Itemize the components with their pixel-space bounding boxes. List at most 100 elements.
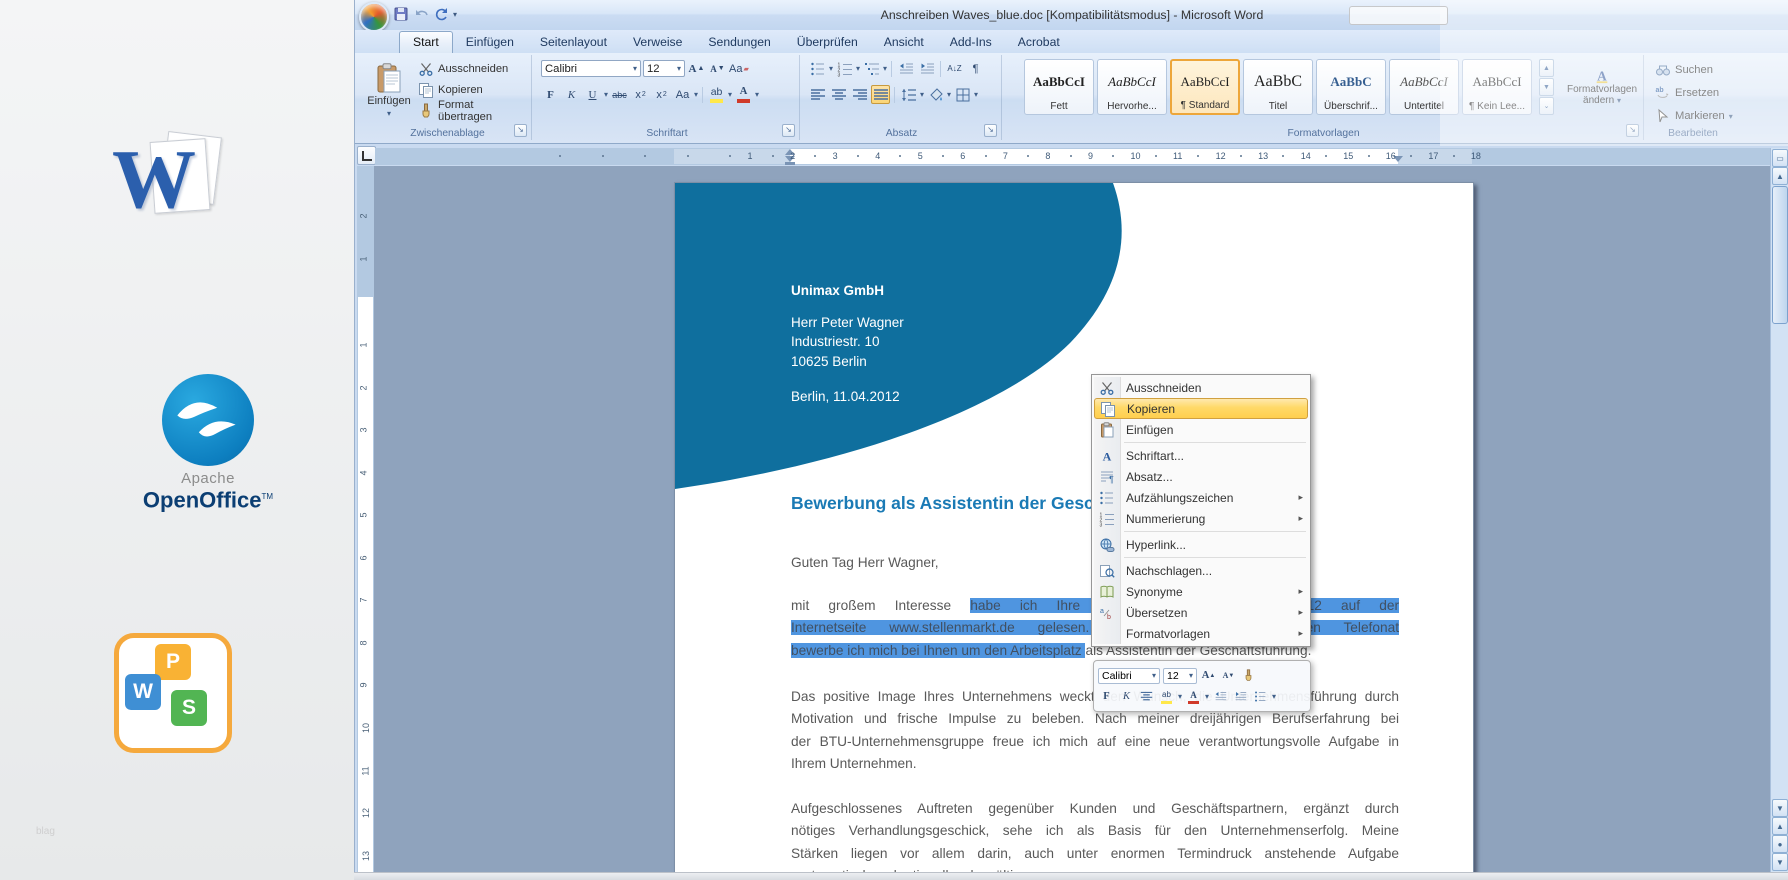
paragraph-3[interactable]: Aufgeschlossenes Auftreten gegenüber Kun…	[791, 798, 1399, 872]
style-titel[interactable]: AaBbCTitel	[1243, 59, 1313, 115]
highlight-button[interactable]: ab	[707, 85, 726, 104]
menu-item-ausschneiden[interactable]: Ausschneiden	[1094, 377, 1308, 398]
grow-font-button[interactable]: A▲	[687, 59, 706, 78]
text-line[interactable]: der BTU-Unternehmensgruppe freue ich mic…	[791, 731, 1399, 753]
tab-ansicht[interactable]: Ansicht	[871, 32, 937, 53]
superscript-button[interactable]: x2	[652, 85, 671, 104]
menu-item-absatz[interactable]: ¶Absatz...	[1094, 466, 1308, 487]
tab-acrobat[interactable]: Acrobat	[1005, 32, 1073, 53]
bullets-button[interactable]	[808, 59, 827, 78]
menu-item-einfügen[interactable]: Einfügen	[1094, 419, 1308, 440]
tab-einfügen[interactable]: Einfügen	[453, 32, 527, 53]
style-standard[interactable]: AaBbCcI¶ Standard	[1170, 59, 1240, 115]
style-überschrif[interactable]: AaBbCÜberschrif...	[1316, 59, 1386, 115]
titlebar[interactable]: Anschreiben Waves_blue.doc [Kompatibilit…	[355, 0, 1788, 31]
paste-button[interactable]: Einfügen▾	[368, 57, 410, 123]
paragraph-dialog-launcher[interactable]: ↘	[984, 124, 997, 137]
undo-icon[interactable]	[413, 6, 429, 22]
font-color-button[interactable]: A	[734, 85, 753, 104]
tab-verweise[interactable]: Verweise	[620, 32, 695, 53]
menu-item-übersetzen[interactable]: abÜbersetzen▸	[1094, 602, 1308, 623]
font-color-dropdown-icon[interactable]: ▾	[755, 90, 759, 99]
mini-outdent-button[interactable]	[1212, 688, 1229, 705]
outdent-button[interactable]	[896, 59, 915, 78]
mini-indent-button[interactable]	[1232, 688, 1249, 705]
mini-font-size-combo[interactable]: 12▾	[1163, 668, 1197, 684]
justify-button[interactable]	[871, 85, 890, 104]
mini-bullets-button[interactable]	[1252, 688, 1269, 705]
mini-font-color-button[interactable]: A	[1185, 688, 1202, 705]
editing-markieren[interactable]: Markieren▾	[1651, 106, 1737, 126]
menu-item-kopieren[interactable]: Kopieren	[1094, 398, 1308, 419]
desktop-icon-word[interactable]: W	[112, 128, 228, 248]
bold-button[interactable]: F	[541, 85, 560, 104]
menu-item-nachschlagen[interactable]: Nachschlagen...	[1094, 560, 1308, 581]
text-line[interactable]: Stärken liegen vor allem darin, auch unt…	[791, 843, 1399, 865]
editing-suchen[interactable]: Suchen	[1651, 60, 1737, 80]
document-page[interactable]: Unimax GmbH Herr Peter WagnerIndustriest…	[674, 182, 1474, 872]
align-right-button[interactable]	[850, 85, 869, 104]
mini-italic-button[interactable]: K	[1118, 688, 1135, 705]
format-painter-button[interactable]: Format übertragen	[414, 101, 531, 121]
shrink-font-button[interactable]: A▼	[708, 59, 727, 78]
font-dialog-launcher[interactable]: ↘	[782, 124, 795, 137]
italic-button[interactable]: K	[562, 85, 581, 104]
tab-überprüfen[interactable]: Überprüfen	[784, 32, 871, 53]
gallery-more-icon[interactable]: ⌄	[1539, 97, 1554, 115]
underline-button[interactable]: U	[583, 85, 602, 104]
tab-sendungen[interactable]: Sendungen	[695, 32, 783, 53]
font-size-combo[interactable]: 12▾	[643, 60, 685, 77]
vertical-ruler[interactable]: 2112345678910111213	[357, 166, 374, 872]
style-hervorhe[interactable]: AaBbCcIHervorhe...	[1097, 59, 1167, 115]
mini-highlight-button[interactable]: ab	[1158, 688, 1175, 705]
line-spacing-button[interactable]	[899, 85, 918, 104]
borders-button[interactable]	[953, 85, 972, 104]
tab-seitenlayout[interactable]: Seitenlayout	[527, 32, 620, 53]
align-center-button[interactable]	[829, 85, 848, 104]
subscript-button[interactable]: x2	[631, 85, 650, 104]
change-styles-button[interactable]: A Formatvorlagen ändern ▾	[1560, 59, 1644, 115]
highlight-dropdown-icon[interactable]: ▾	[728, 90, 732, 99]
desktop-icon-wps[interactable]: P W S	[114, 633, 232, 753]
tab-start[interactable]: Start	[399, 31, 453, 53]
ruler-tab-selector[interactable]	[357, 146, 376, 165]
select-browse-object-button[interactable]: ●	[1772, 835, 1788, 853]
shading-button[interactable]	[926, 85, 945, 104]
save-icon[interactable]	[393, 6, 409, 22]
text-line[interactable]: nötiges Verhandlungsgeschick, sehe ich a…	[791, 820, 1399, 842]
office-orb[interactable]	[359, 2, 389, 32]
qat-dropdown-icon[interactable]: ▾	[453, 10, 457, 19]
clipboard-dialog-launcher[interactable]: ↘	[514, 124, 527, 137]
align-left-button[interactable]	[808, 85, 827, 104]
left-indent-marker[interactable]	[785, 162, 795, 165]
strikethrough-button[interactable]: abc	[610, 85, 629, 104]
numbering-button[interactable]: 123	[835, 59, 854, 78]
scrollbar-thumb[interactable]	[1772, 186, 1788, 324]
menu-item-formatvorlagen[interactable]: Formatvorlagen▸	[1094, 623, 1308, 644]
scroll-down-button[interactable]: ▼	[1772, 799, 1788, 817]
style-kein-lee[interactable]: AaBbCcI¶ Kein Lee...	[1462, 59, 1532, 115]
tab-add-ins[interactable]: Add-Ins	[937, 32, 1005, 53]
mini-bold-button[interactable]: F	[1098, 688, 1115, 705]
change-case-button[interactable]: Aa	[673, 85, 692, 104]
text-line[interactable]: systematisch und rationell zu bewältigen…	[791, 865, 1399, 872]
mini-format-painter-button[interactable]	[1240, 667, 1257, 684]
mini-grow-font-button[interactable]: A▲	[1200, 667, 1217, 684]
ruler-toggle-button[interactable]: ▭	[1772, 149, 1788, 167]
change-case-dropdown-icon[interactable]: ▾	[694, 90, 698, 99]
scroll-up-icon[interactable]: ▲	[1539, 59, 1554, 77]
sort-button[interactable]: A↓Z	[945, 59, 964, 78]
clear-format-button[interactable]: Aa▰	[729, 59, 749, 78]
text-line[interactable]: Aufgeschlossenes Auftreten gegenüber Kun…	[791, 798, 1399, 820]
mini-shrink-font-button[interactable]: A▼	[1220, 667, 1237, 684]
menu-item-synonyme[interactable]: Synonyme▸	[1094, 581, 1308, 602]
mini-font-family-combo[interactable]: Calibri▾	[1098, 668, 1160, 684]
copy-button[interactable]: Kopieren	[414, 80, 531, 100]
scroll-up-button[interactable]: ▲	[1772, 167, 1788, 185]
editing-ersetzen[interactable]: abErsetzen	[1651, 83, 1737, 103]
style-untertitel[interactable]: AaBbCcIUntertitel	[1389, 59, 1459, 115]
selected-text[interactable]: bewerbe ich mich bei Ihnen um den Arbeit…	[791, 643, 1085, 658]
cut-button[interactable]: Ausschneiden	[414, 59, 531, 79]
styles-dialog-launcher[interactable]: ↘	[1626, 124, 1639, 137]
indent-button[interactable]	[917, 59, 936, 78]
